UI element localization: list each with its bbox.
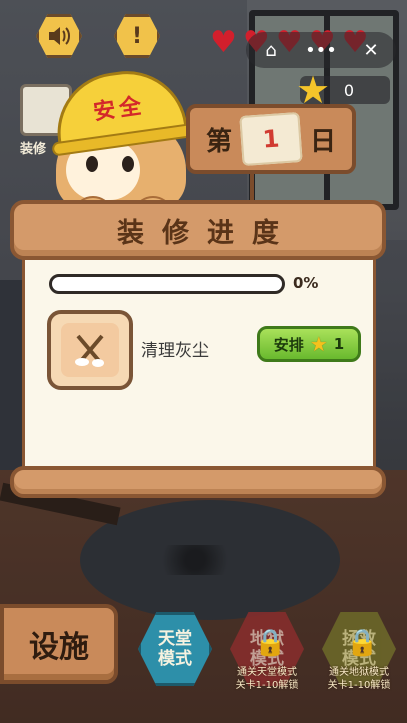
helmet-text: 安全 (91, 93, 147, 126)
exclamation-icon: ! (131, 23, 143, 49)
panel-footer (10, 466, 386, 498)
sign-rope (250, 170, 254, 200)
mini-program-capsule: ⌂ ••• ✕ (246, 32, 396, 68)
day-prefix: 第 (206, 126, 233, 157)
heaven-mode-label: 天堂 模式 (158, 629, 192, 669)
star-icon: ★ (309, 332, 328, 356)
progress-text: 0% (293, 274, 319, 292)
task-thumbnail (47, 310, 133, 390)
task-name: 清理灰尘 (141, 341, 209, 361)
lock-icon: 🔒 (254, 628, 287, 658)
rescue-unlock-note: 通关地狱模式 关卡1-10解锁 (327, 667, 391, 691)
day-paper: 1 (239, 111, 303, 167)
assign-cost: 1 (333, 335, 345, 353)
close-icon[interactable]: ✕ (351, 40, 391, 61)
day-number: 1 (261, 124, 281, 154)
cat-eye (86, 156, 98, 172)
broom-icon (61, 323, 119, 377)
progress-bar (49, 274, 285, 294)
renovation-panel: 0% 清理灰尘 安排 ★ 1 (22, 252, 376, 474)
assign-label: 安排 (273, 335, 304, 354)
panel-header: 装修进度 (10, 200, 386, 260)
broom-icon (75, 334, 104, 367)
more-icon[interactable]: ••• (301, 40, 341, 61)
heart-icon: ♥ (210, 25, 237, 60)
assign-button[interactable]: 安排 ★ 1 (257, 326, 361, 362)
day-suffix: 日 (309, 126, 336, 157)
cat-eye (122, 156, 134, 172)
facility-button[interactable]: 设施 (0, 604, 118, 684)
hell-unlock-note: 通关天堂模式 关卡1-10解锁 (235, 667, 299, 691)
star-counter: ★ 0 (296, 68, 390, 112)
renovation-menu-label: 装修 (20, 142, 47, 157)
star-count: 0 (343, 80, 354, 100)
facility-label: 设施 (29, 630, 89, 665)
lock-icon: 🔒 (346, 628, 379, 658)
panel-title: 装修进度 (117, 217, 297, 249)
day-sign: 第 1 日 (186, 104, 356, 200)
speaker-icon (49, 27, 70, 45)
home-icon[interactable]: ⌂ (251, 40, 291, 61)
task-row: 清理灰尘 安排 ★ 1 (47, 310, 361, 390)
